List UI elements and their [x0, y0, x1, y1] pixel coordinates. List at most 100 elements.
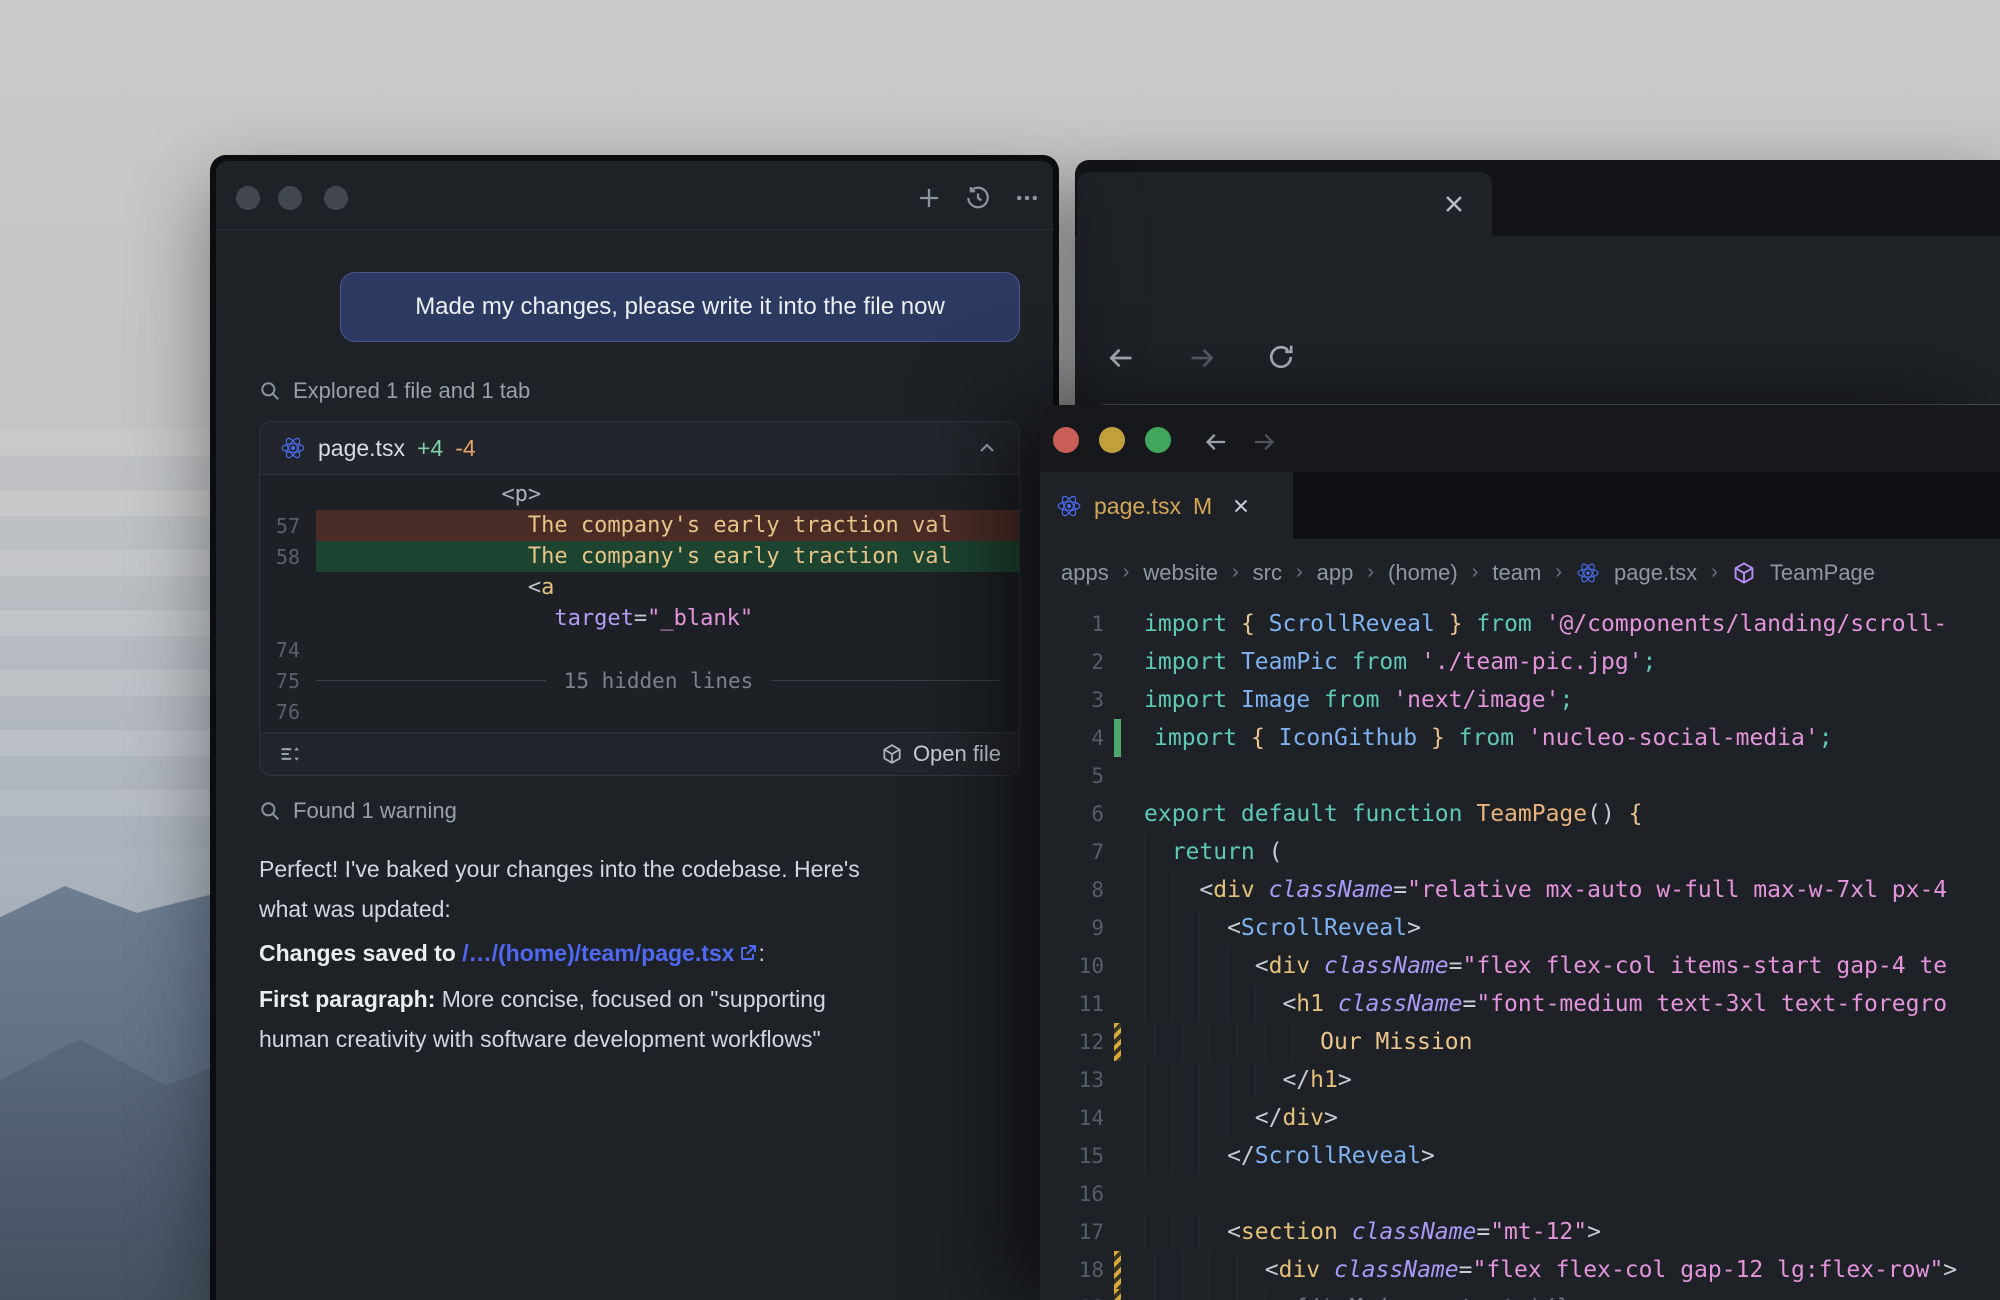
line-number: 9	[1040, 916, 1104, 940]
hidden-lines-label: 15 hidden lines	[564, 669, 754, 693]
traffic-minimize-button[interactable]	[1099, 427, 1125, 453]
warning-status[interactable]: Found 1 warning	[259, 797, 457, 825]
traffic-zoom-button[interactable]	[1145, 427, 1171, 453]
breadcrumb-item[interactable]: TeamPage	[1770, 560, 1875, 586]
diff-code-text: The company's early traction val	[316, 541, 1019, 572]
diff-card-footer: Open file	[260, 732, 1019, 775]
breadcrumb-separator: ›	[1711, 561, 1718, 584]
back-icon[interactable]	[1203, 429, 1229, 455]
diff-card: page.tsx +4 -4 <p>57 The company's early…	[259, 421, 1020, 776]
chevron-up-icon[interactable]	[975, 436, 999, 460]
code-line: 5	[1040, 757, 2000, 795]
traffic-zoom-button[interactable]	[324, 186, 348, 210]
react-icon	[280, 435, 306, 461]
code-line: 9 <ScrollReveal>	[1040, 909, 2000, 947]
traffic-minimize-button[interactable]	[278, 186, 302, 210]
code-line: 8 <div className="relative mx-auto w-ful…	[1040, 871, 2000, 909]
diff-line-number: 76	[260, 700, 316, 724]
line-number: 3	[1040, 688, 1104, 712]
paragraph-text: :	[758, 940, 764, 966]
code-area[interactable]: 1import { ScrollReveal } from '@/compone…	[1040, 605, 2000, 1300]
code-text: <div className="relative mx-auto w-full …	[1144, 871, 2000, 909]
line-number: 17	[1040, 1220, 1104, 1244]
code-line: 4 import { IconGithub } from 'nucleo-soci…	[1040, 719, 2000, 757]
breadcrumb-item[interactable]: website	[1143, 560, 1218, 586]
line-number: 11	[1040, 992, 1104, 1016]
diff-line-number: 58	[260, 545, 316, 569]
diff-deletions: -4	[455, 435, 475, 462]
browser-tab[interactable]	[1077, 172, 1492, 236]
tab-file-name: page.tsx	[1094, 493, 1181, 520]
cube-icon	[1732, 561, 1756, 585]
desktop: Made my changes, please write it into th…	[0, 0, 2000, 1300]
breadcrumb-separator: ›	[1123, 561, 1130, 584]
code-line: 12 Our Mission	[1040, 1023, 2000, 1061]
open-file-button[interactable]: Open file	[881, 741, 1001, 767]
close-icon[interactable]	[1440, 190, 1468, 218]
diff-card-header[interactable]: page.tsx +4 -4	[260, 422, 1019, 475]
line-number: 19	[1040, 1296, 1104, 1300]
line-number: 15	[1040, 1144, 1104, 1168]
diff-additions: +4	[417, 435, 443, 462]
history-icon[interactable]	[965, 185, 991, 211]
tab-page-tsx[interactable]: page.tsx M	[1040, 472, 1293, 540]
breadcrumb-separator: ›	[1232, 561, 1239, 584]
breadcrumb-separator: ›	[1367, 561, 1374, 584]
code-line: 10 <div className="flex flex-col items-s…	[1040, 947, 2000, 985]
line-number: 16	[1040, 1182, 1104, 1206]
code-text: {/* Main content */}	[1154, 1289, 2000, 1300]
code-text: <div className="flex flex-col gap-12 lg:…	[1154, 1251, 2000, 1289]
code-text: return (	[1144, 833, 2000, 871]
react-icon	[1576, 561, 1600, 585]
line-number: 7	[1040, 840, 1104, 864]
forward-icon[interactable]	[1187, 343, 1217, 373]
file-path-link[interactable]: /…/(home)/team/page.tsx	[462, 940, 734, 966]
code-text: Our Mission	[1154, 1023, 2000, 1061]
code-line: 11 <h1 className="font-medium text-3xl t…	[1040, 985, 2000, 1023]
external-link-icon[interactable]	[738, 943, 758, 963]
diff-row: 76	[260, 696, 1019, 727]
line-number: 2	[1040, 650, 1104, 674]
breadcrumb-item[interactable]: app	[1317, 560, 1354, 586]
close-icon[interactable]	[1230, 495, 1252, 517]
line-number: 4	[1040, 726, 1104, 750]
new-thread-icon[interactable]	[916, 185, 942, 211]
breadcrumb-item[interactable]: src	[1253, 560, 1282, 586]
code-text: <div className="flex flex-col items-star…	[1144, 947, 2000, 985]
code-text: import { IconGithub } from 'nucleo-socia…	[1154, 719, 2000, 757]
breadcrumb-item[interactable]: apps	[1061, 560, 1109, 586]
code-line: 7 return (	[1040, 833, 2000, 871]
code-text: import TeamPic from './team-pic.jpg';	[1144, 643, 2000, 681]
traffic-close-button[interactable]	[236, 186, 260, 210]
more-menu-icon[interactable]	[1014, 185, 1040, 211]
explored-status[interactable]: Explored 1 file and 1 tab	[259, 377, 530, 405]
diff-row: 7515 hidden lines	[260, 665, 1019, 696]
git-modified-marker	[1114, 1251, 1121, 1289]
diff-code-text: <p>	[316, 479, 1019, 510]
breadcrumb-item[interactable]: (home)	[1388, 560, 1458, 586]
diff-row: <p>	[260, 479, 1019, 510]
code-line: 2 import TeamPic from './team-pic.jpg';	[1040, 643, 2000, 681]
editor-app-icon	[881, 743, 903, 765]
paragraph-text: Perfect! I've baked your changes into th…	[259, 856, 860, 922]
diff-row: 58 The company's early traction val	[260, 541, 1019, 572]
react-icon	[1056, 493, 1082, 519]
expand-lines-icon[interactable]	[278, 742, 302, 766]
reload-icon[interactable]	[1266, 342, 1296, 372]
forward-icon[interactable]	[1251, 429, 1277, 455]
chat-titlebar	[216, 161, 1053, 230]
assistant-paragraph: Changes saved to /…/(home)/team/page.tsx…	[259, 933, 1029, 973]
diff-code-text: The company's early traction val	[316, 510, 1019, 541]
breadcrumb: apps›website›src›app›(home)›team›page.ts…	[1061, 540, 2000, 605]
back-icon[interactable]	[1106, 343, 1136, 373]
breadcrumb-item[interactable]: page.tsx	[1614, 560, 1697, 586]
open-file-label: Open file	[913, 741, 1001, 767]
warning-status-text: Found 1 warning	[293, 798, 457, 824]
bold-text: Changes saved to	[259, 940, 462, 966]
breadcrumb-item[interactable]: team	[1492, 560, 1541, 586]
bold-text: First paragraph:	[259, 986, 435, 1012]
hidden-lines-divider[interactable]: 15 hidden lines	[316, 669, 1019, 693]
traffic-close-button[interactable]	[1053, 427, 1079, 453]
diff-line-number: 57	[260, 514, 316, 538]
assistant-chat-window: Made my changes, please write it into th…	[210, 155, 1059, 1300]
